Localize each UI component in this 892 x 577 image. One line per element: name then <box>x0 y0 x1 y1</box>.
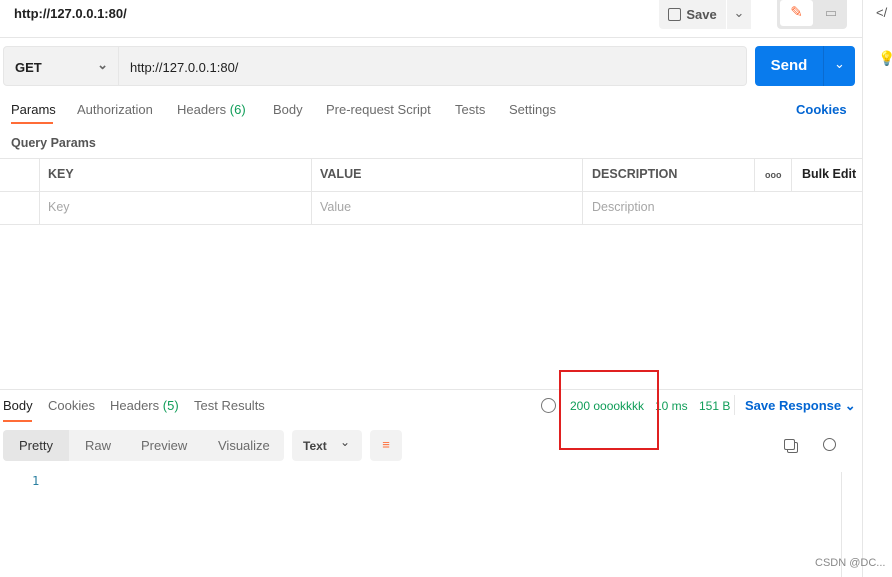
tab-tests[interactable]: Tests <box>455 102 485 117</box>
code-icon[interactable]: </ <box>876 5 887 20</box>
tab-params[interactable]: Params <box>11 102 56 117</box>
tab-body[interactable]: Body <box>273 102 303 117</box>
more-options-button[interactable]: ooo <box>765 170 782 180</box>
column-value: VALUE <box>320 167 362 181</box>
view-toggle: ✎ ▭ <box>777 0 847 29</box>
response-tab-body[interactable]: Body <box>3 398 33 413</box>
comment-icon[interactable]: ▭ <box>817 0 845 26</box>
save-dropdown-button[interactable]: ⌄ <box>727 0 751 29</box>
query-params-title: Query Params <box>11 136 96 150</box>
column-key: KEY <box>48 167 74 181</box>
send-button[interactable]: Send <box>755 46 823 86</box>
column-description: DESCRIPTION <box>592 167 678 181</box>
view-visualize[interactable]: Visualize <box>218 438 270 453</box>
search-icon[interactable] <box>823 438 836 451</box>
chevron-down-icon: ⌄ <box>97 57 108 72</box>
description-input[interactable]: Description <box>592 200 655 214</box>
chevron-down-icon: ⌄ <box>844 398 856 413</box>
save-response-button[interactable]: Save Response ⌄ <box>745 398 856 414</box>
cookies-link[interactable]: Cookies <box>796 102 847 117</box>
watermark: CSDN @DC... <box>815 557 886 569</box>
bulk-edit-button[interactable]: Bulk Edit <box>802 167 856 181</box>
format-select[interactable]: Text ⌄ <box>292 430 362 461</box>
view-preview[interactable]: Preview <box>141 438 187 453</box>
request-title: http://127.0.0.1:80/ <box>14 6 127 21</box>
wrap-lines-icon[interactable]: ≡ <box>370 430 402 461</box>
line-number: 1 <box>32 474 40 488</box>
tab-settings[interactable]: Settings <box>509 102 556 117</box>
tab-pre-request-script[interactable]: Pre-request Script <box>326 102 431 117</box>
response-tab-cookies[interactable]: Cookies <box>48 398 95 413</box>
copy-icon[interactable] <box>784 439 795 450</box>
url-input[interactable]: http://127.0.0.1:80/ <box>119 46 747 86</box>
view-pretty[interactable]: Pretty <box>19 438 53 453</box>
chevron-down-icon: ⌄ <box>339 435 350 449</box>
globe-icon[interactable] <box>541 398 556 413</box>
lightbulb-icon[interactable]: 💡 <box>878 50 892 67</box>
edit-pencil-icon[interactable]: ✎ <box>780 0 813 26</box>
response-tab-headers[interactable]: Headers (5) <box>110 398 179 413</box>
response-time[interactable]: 10 ms <box>655 399 688 413</box>
response-size[interactable]: 151 B <box>699 399 730 413</box>
method-select[interactable]: GET ⌄ <box>3 46 119 86</box>
highlight-box <box>559 370 659 450</box>
save-button[interactable]: Save <box>659 0 726 29</box>
send-dropdown-button[interactable]: ⌄ <box>823 46 855 86</box>
save-icon <box>668 8 682 21</box>
view-raw[interactable]: Raw <box>85 438 111 453</box>
key-input[interactable]: Key <box>48 200 70 214</box>
tab-headers[interactable]: Headers (6) <box>177 102 246 117</box>
response-tab-test-results[interactable]: Test Results <box>194 398 265 413</box>
tab-authorization[interactable]: Authorization <box>77 102 153 117</box>
value-input[interactable]: Value <box>320 200 351 214</box>
